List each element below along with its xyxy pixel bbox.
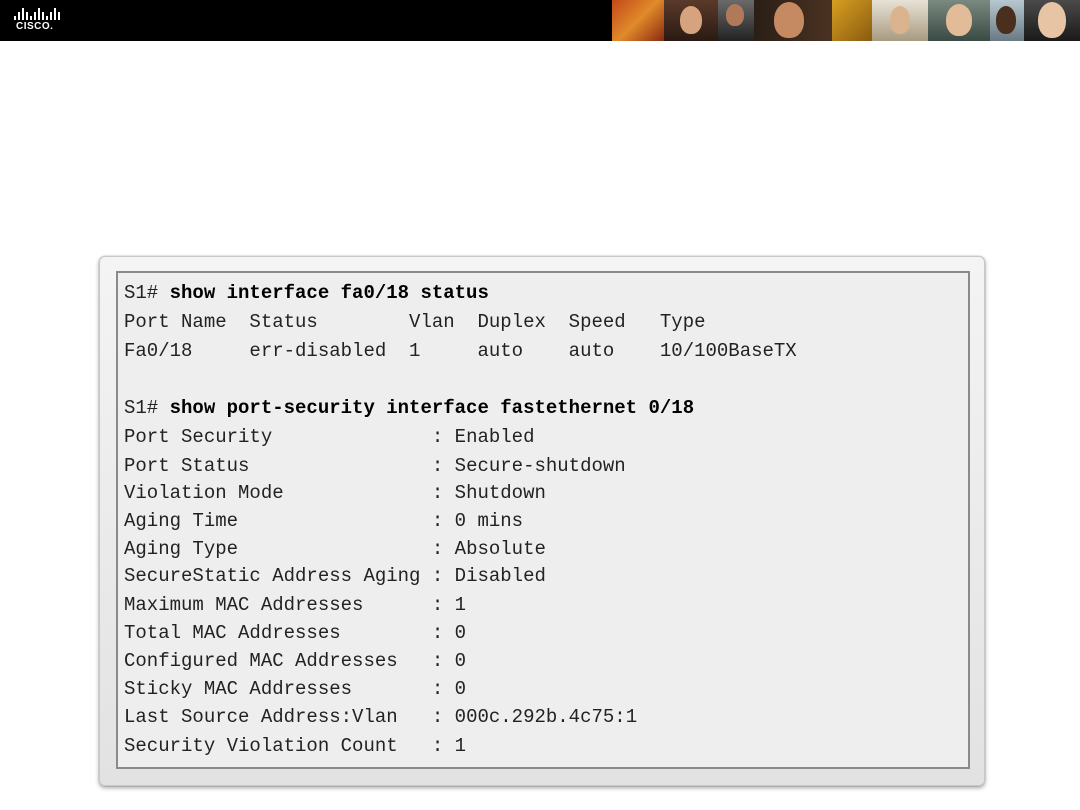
cli-command: show port-security interface fastetherne… [169,397,695,419]
cli-prompt: S1# [124,397,170,419]
header-photo [718,0,754,41]
row-label: Sticky MAC Addresses [124,678,432,700]
cli-command-line: S1# show port-security interface fasteth… [124,396,694,420]
cli-output: S1# show interface fa0/18 status Port Na… [124,281,797,757]
row-label: Maximum MAC Addresses [124,594,432,616]
port-security-row: Maximum MAC Addresses : 1 [124,593,466,617]
cisco-bridge-icon [14,6,60,20]
header-photo [1024,0,1080,41]
row-label: Total MAC Addresses [124,622,432,644]
row-value: : 0 mins [431,510,524,532]
row-label: Configured MAC Addresses [124,650,432,672]
row-value: : Secure-shutdown [431,455,626,477]
row-value: : 0 [431,622,467,644]
cli-command-line: S1# show interface fa0/18 status [124,281,489,305]
header-photo-strip [612,0,1080,41]
row-value: : 1 [431,735,467,757]
header-photo [872,0,928,41]
cli-command: show interface fa0/18 status [169,282,489,304]
header-photo [612,0,664,41]
row-label: Last Source Address:Vlan [124,706,432,728]
cisco-logo: CISCO. [14,6,66,36]
row-label: Aging Type [124,538,432,560]
port-security-row: Last Source Address:Vlan : 000c.292b.4c7… [124,705,637,729]
port-security-row: Port Status : Secure-shutdown [124,454,626,478]
row-label: Aging Time [124,510,432,532]
port-security-row: Sticky MAC Addresses : 0 [124,677,466,701]
header-photo [754,0,832,41]
status-table-row: Fa0/18 err-disabled 1 auto auto 10/100Ba… [124,340,797,362]
header-bar: CISCO. [0,0,1080,41]
cli-prompt: S1# [124,282,170,304]
port-security-row: Total MAC Addresses : 0 [124,621,466,645]
header-photo [664,0,718,41]
row-value: : Absolute [431,538,546,560]
row-label: Port Security [124,426,432,448]
row-value: : 0 [431,650,467,672]
row-value: : Shutdown [431,482,546,504]
row-value: : 000c.292b.4c75:1 [431,706,638,728]
row-label: SecureStatic Address Aging [124,565,432,587]
row-label: Security Violation Count [124,735,432,757]
port-security-row: Port Security : Enabled [124,425,534,449]
row-label: Port Status [124,455,432,477]
port-security-row: Aging Time : 0 mins [124,509,523,533]
row-label: Violation Mode [124,482,432,504]
header-photo [990,0,1024,41]
port-security-row: SecureStatic Address Aging : Disabled [124,564,546,588]
row-value: : 0 [431,678,467,700]
port-security-row: Violation Mode : Shutdown [124,481,546,505]
row-value: : Disabled [431,565,546,587]
port-security-row: Security Violation Count : 1 [124,734,466,758]
header-photo [928,0,990,41]
port-security-row: Configured MAC Addresses : 0 [124,649,466,673]
cisco-logo-text: CISCO. [16,21,54,32]
status-table-header: Port Name Status Vlan Duplex Speed Type [124,311,706,333]
port-security-row: Aging Type : Absolute [124,537,546,561]
row-value: : Enabled [431,426,535,448]
row-value: : 1 [431,594,467,616]
header-photo [832,0,872,41]
